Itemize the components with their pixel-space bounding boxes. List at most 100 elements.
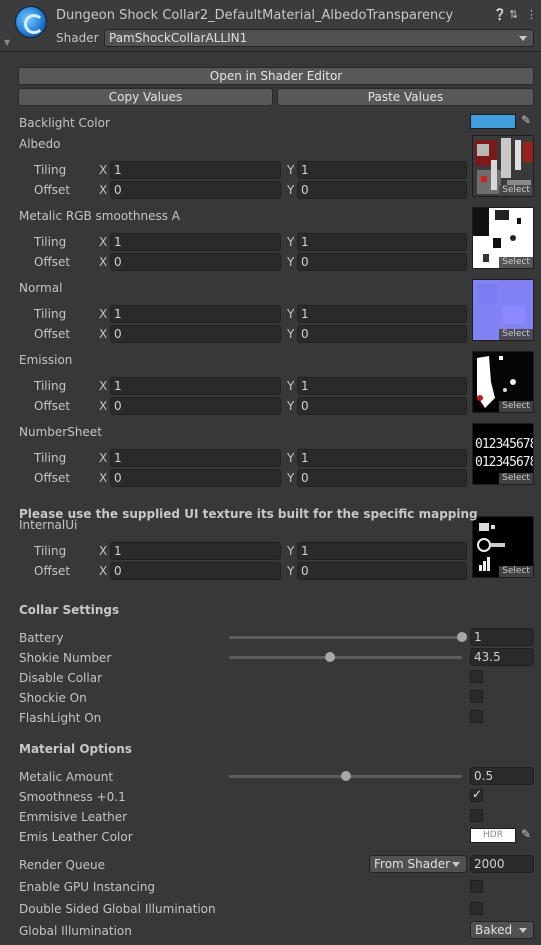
internalui-offset-x-input[interactable]: 0: [110, 562, 281, 580]
battery-slider-thumb[interactable]: [457, 632, 467, 642]
numbersheet-texture-slot[interactable]: 0123456789 0123456789 Select: [472, 423, 534, 485]
normal-texture-label: Normal: [19, 281, 63, 295]
help-icon[interactable]: ❔: [493, 8, 507, 21]
metalic-smoothness-tiling-x-input[interactable]: 1: [110, 233, 281, 251]
internalui-offset-y-input[interactable]: 0: [297, 562, 467, 580]
metalic-smoothness-tiling-y-input[interactable]: 1: [297, 233, 467, 251]
material-options-heading: Material Options: [19, 742, 132, 756]
normal-offset-x-input[interactable]: 0: [110, 325, 281, 343]
emis-leather-color-swatch[interactable]: HDR: [470, 828, 516, 843]
numbersheet-tiling-label: Tiling: [34, 451, 67, 465]
emission-texture-slot[interactable]: Select: [472, 351, 534, 413]
shader-dropdown[interactable]: PamShockCollarALLIN1: [104, 29, 534, 47]
internalui-tiling-x-input[interactable]: 1: [110, 542, 281, 560]
internalui-tiling-y-label: Y: [287, 544, 295, 558]
gpu-instancing-checkbox[interactable]: [470, 880, 483, 893]
normal-tiling-x-input[interactable]: 1: [110, 305, 281, 323]
numbersheet-select-button[interactable]: Select: [499, 473, 533, 484]
battery-input[interactable]: 1: [470, 628, 534, 646]
svg-text:0123456789: 0123456789: [475, 455, 534, 470]
metalic-smoothness-select-button[interactable]: Select: [499, 257, 533, 268]
metalic-amount-slider-thumb[interactable]: [340, 771, 351, 781]
albedo-offset-x-label: X: [99, 183, 108, 197]
foldout-arrow-icon[interactable]: ▼: [4, 38, 13, 47]
more-icon[interactable]: ⋮: [526, 8, 537, 21]
render-queue-source-value: From Shader: [374, 857, 451, 871]
battery-slider[interactable]: [229, 636, 462, 639]
backlight-color-swatch[interactable]: [470, 114, 516, 129]
emis-leather-color-label: Emis Leather Color: [19, 830, 133, 844]
preset-icon[interactable]: ⇅: [509, 8, 518, 21]
normal-select-button[interactable]: Select: [499, 329, 533, 340]
disable-collar-label: Disable Collar: [19, 671, 103, 685]
metalic-smoothness-offset-x-label: X: [99, 255, 108, 269]
albedo-tiling-x-input[interactable]: 1: [110, 161, 281, 179]
render-queue-input[interactable]: 2000: [470, 855, 534, 873]
normal-texture-slot[interactable]: Select: [472, 279, 534, 341]
emission-select-button[interactable]: Select: [499, 401, 533, 412]
svg-text:0123456789: 0123456789: [475, 437, 534, 452]
numbersheet-tiling-y-input[interactable]: 1: [297, 449, 467, 467]
global-illumination-label: Global Illumination: [19, 924, 132, 938]
normal-offset-label: Offset: [34, 327, 71, 341]
shokie-number-input[interactable]: 43.5: [470, 648, 534, 666]
emission-offset-x-input[interactable]: 0: [110, 397, 281, 415]
shokie-number-slider-thumb[interactable]: [325, 652, 336, 662]
internalui-tiling-y-input[interactable]: 1: [297, 542, 467, 560]
eyedropper-icon[interactable]: ✎: [518, 827, 534, 843]
emission-offset-label: Offset: [34, 399, 71, 413]
internalui-tiling-x-label: X: [99, 544, 108, 558]
shokie-number-slider[interactable]: [229, 656, 462, 659]
flashlight-on-checkbox[interactable]: [470, 710, 483, 723]
disable-collar-checkbox[interactable]: [470, 670, 483, 683]
internalui-tiling-label: Tiling: [34, 544, 67, 558]
albedo-tiling-y-label: Y: [287, 163, 295, 177]
numbersheet-offset-label: Offset: [34, 471, 71, 485]
shockie-on-checkbox[interactable]: [470, 690, 483, 703]
double-sided-gi-label: Double Sided Global Illumination: [19, 902, 216, 916]
emission-offset-x-label: X: [99, 399, 108, 413]
emission-tiling-y-input[interactable]: 1: [297, 377, 467, 395]
shockie-on-label: Shockie On: [19, 691, 87, 705]
eyedropper-icon[interactable]: ✎: [518, 113, 534, 129]
internalui-offset-label: Offset: [34, 564, 71, 578]
flashlight-on-label: FlashLight On: [19, 711, 102, 725]
open-shader-editor-button[interactable]: Open in Shader Editor: [18, 67, 534, 85]
metalic-smoothness-offset-x-input[interactable]: 0: [110, 253, 281, 271]
internalui-offset-x-label: X: [99, 564, 108, 578]
metalic-amount-label: Metalic Amount: [19, 770, 114, 784]
metalic-smoothness-tiling-x-label: X: [99, 235, 108, 249]
smoothness-checkbox[interactable]: [470, 787, 483, 802]
emission-offset-y-input[interactable]: 0: [297, 397, 467, 415]
albedo-offset-y-input[interactable]: 0: [297, 181, 467, 199]
albedo-select-button[interactable]: Select: [499, 185, 533, 196]
internalui-texture-slot[interactable]: Select: [472, 516, 534, 578]
normal-tiling-label: Tiling: [34, 307, 67, 321]
normal-tiling-y-input[interactable]: 1: [297, 305, 467, 323]
double-sided-gi-checkbox[interactable]: [470, 902, 483, 915]
albedo-tiling-y-input[interactable]: 1: [297, 161, 467, 179]
copy-values-button[interactable]: Copy Values: [18, 88, 273, 106]
albedo-offset-x-input[interactable]: 0: [110, 181, 281, 199]
normal-offset-y-input[interactable]: 0: [297, 325, 467, 343]
internalui-select-button[interactable]: Select: [499, 566, 533, 577]
paste-values-button[interactable]: Paste Values: [277, 88, 534, 106]
numbersheet-offset-y-input[interactable]: 0: [297, 469, 467, 487]
albedo-texture-slot[interactable]: Select: [472, 135, 534, 197]
metalic-smoothness-tiling-y-label: Y: [287, 235, 295, 249]
albedo-offset-y-label: Y: [287, 183, 295, 197]
metalic-smoothness-texture-slot[interactable]: Select: [472, 207, 534, 269]
numbersheet-offset-x-input[interactable]: 0: [110, 469, 281, 487]
metalic-amount-input[interactable]: 0.5: [470, 767, 534, 785]
numbersheet-tiling-x-input[interactable]: 1: [110, 449, 281, 467]
albedo-offset-label: Offset: [34, 183, 71, 197]
numbersheet-tiling-x-label: X: [99, 451, 108, 465]
emmisive-leather-checkbox[interactable]: [470, 809, 483, 822]
render-queue-source-dropdown[interactable]: From Shader: [369, 855, 467, 873]
normal-offset-x-label: X: [99, 327, 108, 341]
smoothness-label: Smoothness +0.1: [19, 790, 126, 804]
material-header: ▼ Dungeon Shock Collar2_DefaultMaterial_…: [0, 0, 541, 52]
global-illumination-dropdown[interactable]: Baked: [470, 921, 534, 939]
metalic-smoothness-offset-y-input[interactable]: 0: [297, 253, 467, 271]
emission-tiling-x-input[interactable]: 1: [110, 377, 281, 395]
